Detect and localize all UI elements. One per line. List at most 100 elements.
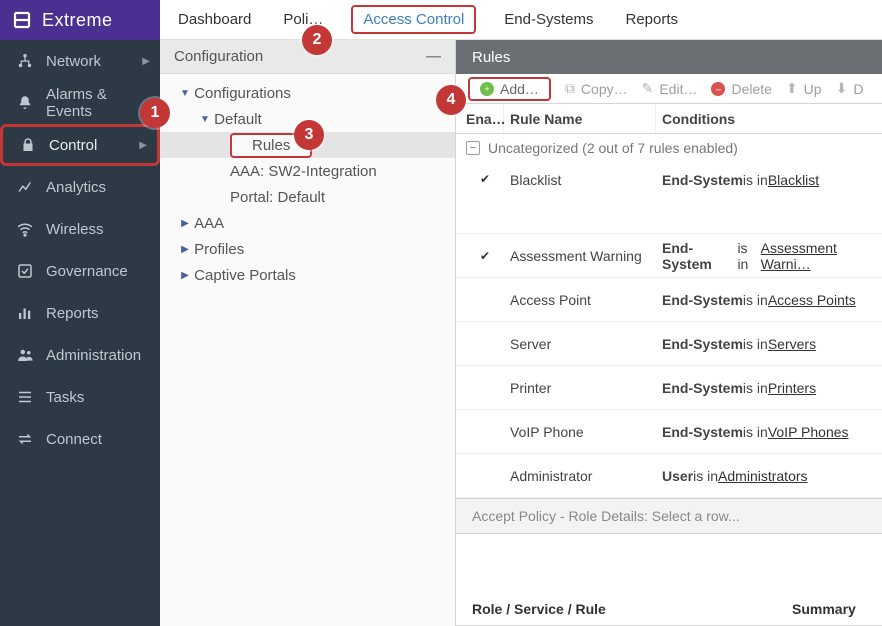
rule-group-row[interactable]: − Uncategorized (2 out of 7 rules enable… [456, 134, 882, 162]
tree-node-portal-default[interactable]: Portal: Default [160, 184, 455, 210]
tree-label: Configurations [194, 85, 291, 102]
col-header-name[interactable]: Rule Name [504, 104, 656, 133]
condition-link[interactable]: Printers [768, 380, 816, 396]
hierarchy-icon [16, 52, 34, 70]
rules-table-body: ✔BlacklistEnd-System is in Blacklist ✔ Ass… [456, 162, 882, 498]
config-tree: ▼ Configurations ▼ Default Rules AAA: SW… [160, 74, 455, 294]
tab-dashboard[interactable]: Dashboard [174, 5, 255, 34]
rule-row[interactable]: ✔BlacklistEnd-System is in Blacklist [456, 162, 882, 234]
edit-button[interactable]: ✎Edit… [642, 80, 698, 97]
bell-icon [16, 94, 34, 112]
col-header-conditions[interactable]: Conditions [656, 104, 882, 133]
rule-row[interactable]: AdministratorUser is in Administrators [456, 454, 882, 498]
tree-node-profiles[interactable]: ▶ Profiles [160, 236, 455, 262]
bar-chart-icon [16, 304, 34, 322]
col-header-role[interactable]: Role / Service / Rule [456, 601, 792, 617]
users-icon [16, 346, 34, 364]
rules-toolbar: +Add… ⧉Copy… ✎Edit… –Delete ⬆Up ⬇D [456, 74, 882, 104]
caret-down-icon: ▼ [180, 88, 190, 99]
condition-link[interactable]: Administrators [718, 468, 807, 484]
sidebar-item-label: Reports [46, 305, 99, 322]
rule-condition: User is in Administrators [656, 468, 882, 484]
condition-link[interactable]: Servers [768, 336, 816, 352]
tree-label: AAA: SW2-Integration [230, 163, 377, 180]
plus-circle-icon: + [480, 82, 494, 96]
tree-label: Captive Portals [194, 267, 296, 284]
tree-node-configurations[interactable]: ▼ Configurations [160, 80, 455, 106]
tree-node-captive-portals[interactable]: ▶ Captive Portals [160, 262, 455, 288]
annotation-marker-1: 1 [140, 98, 170, 128]
collapse-box-icon[interactable]: − [466, 141, 480, 155]
rule-row[interactable]: VoIP PhoneEnd-System is in VoIP Phones [456, 410, 882, 454]
left-sidebar: Network ▶ Alarms & Events Control ▶ Anal… [0, 40, 160, 626]
copy-button[interactable]: ⧉Copy… [565, 80, 628, 97]
sidebar-item-control[interactable]: Control ▶ [0, 124, 160, 166]
condition-link[interactable]: Blacklist [768, 172, 819, 188]
sidebar-item-wireless[interactable]: Wireless [0, 208, 160, 250]
caret-right-icon: ▶ [180, 218, 190, 229]
condition-link[interactable]: Assessment Warni… [761, 240, 882, 272]
rule-row[interactable]: PrinterEnd-System is in Printers [456, 366, 882, 410]
rule-row[interactable]: ServerEnd-System is in Servers [456, 322, 882, 366]
down-button[interactable]: ⬇D [836, 80, 864, 97]
rule-condition: End-System is in Blacklist [656, 172, 882, 188]
rule-name: VoIP Phone [504, 424, 656, 440]
caret-right-icon: ▶ [180, 244, 190, 255]
lock-icon [19, 136, 37, 154]
rule-name: Administrator [504, 468, 656, 484]
sidebar-item-label: Tasks [46, 389, 84, 406]
rule-name: Assessment Warning [504, 248, 656, 264]
condition-link[interactable]: VoIP Phones [768, 424, 849, 440]
sidebar-item-administration[interactable]: Administration [0, 334, 160, 376]
tree-label: Portal: Default [230, 189, 325, 206]
rule-row[interactable]: Access PointEnd-System is in Access Poin… [456, 278, 882, 322]
down-label: D [853, 81, 863, 97]
chart-line-icon [16, 178, 34, 196]
delete-button[interactable]: –Delete [711, 81, 771, 97]
sidebar-item-analytics[interactable]: Analytics [0, 166, 160, 208]
sidebar-item-label: Network [46, 53, 101, 70]
sidebar-item-label: Control [49, 137, 97, 154]
sidebar-item-label: Administration [46, 347, 141, 364]
up-button[interactable]: ⬆Up [786, 80, 822, 97]
chevron-right-icon: ▶ [139, 140, 147, 151]
rule-condition: End-System is in Access Points [656, 292, 882, 308]
rule-row[interactable]: ✔ Assessment WarningEnd-System is in Asse… [456, 234, 882, 278]
sidebar-item-tasks[interactable]: Tasks [0, 376, 160, 418]
sidebar-item-network[interactable]: Network ▶ [0, 40, 160, 82]
tree-node-aaa-sw2[interactable]: AAA: SW2-Integration [160, 158, 455, 184]
annotation-marker-2: 2 [302, 25, 332, 55]
rules-table-header: Ena… Rule Name Conditions [456, 104, 882, 134]
rule-condition: End-System is in Servers [656, 336, 882, 352]
sidebar-item-label: Governance [46, 263, 128, 280]
sidebar-item-label: Connect [46, 431, 102, 448]
tab-reports[interactable]: Reports [621, 5, 682, 34]
rules-panel: Rules +Add… ⧉Copy… ✎Edit… –Delete ⬆Up ⬇D… [456, 40, 882, 626]
check-icon: ✔ [480, 249, 490, 263]
rule-name: Access Point [504, 292, 656, 308]
tree-node-aaa[interactable]: ▶ AAA [160, 210, 455, 236]
collapse-icon[interactable]: — [426, 48, 441, 65]
swap-icon [16, 430, 34, 448]
sidebar-item-governance[interactable]: Governance [0, 250, 160, 292]
tab-end-systems[interactable]: End-Systems [500, 5, 597, 34]
brand-label: Extreme [42, 10, 113, 31]
sidebar-item-label: Analytics [46, 179, 106, 196]
rule-condition: End-System is in VoIP Phones [656, 424, 882, 440]
col-header-summary[interactable]: Summary [792, 601, 882, 617]
rule-name: Server [504, 336, 656, 352]
delete-label: Delete [731, 81, 771, 97]
sidebar-item-reports[interactable]: Reports [0, 292, 160, 334]
role-details-bar: Accept Policy - Role Details: Select a r… [456, 498, 882, 534]
sidebar-item-alarms[interactable]: Alarms & Events [0, 82, 160, 124]
add-button[interactable]: +Add… [468, 77, 551, 101]
list-icon [16, 388, 34, 406]
annotation-marker-3: 3 [294, 120, 324, 150]
annotation-marker-4: 4 [436, 85, 466, 115]
rule-condition: End-System is in Assessment Warni… [656, 240, 882, 272]
condition-link[interactable]: Access Points [768, 292, 856, 308]
tab-access-control[interactable]: Access Control [351, 5, 476, 34]
rules-panel-title: Rules [456, 40, 882, 74]
top-nav: Dashboard Poli… Access Control End-Syste… [160, 0, 882, 40]
sidebar-item-connect[interactable]: Connect [0, 418, 160, 460]
